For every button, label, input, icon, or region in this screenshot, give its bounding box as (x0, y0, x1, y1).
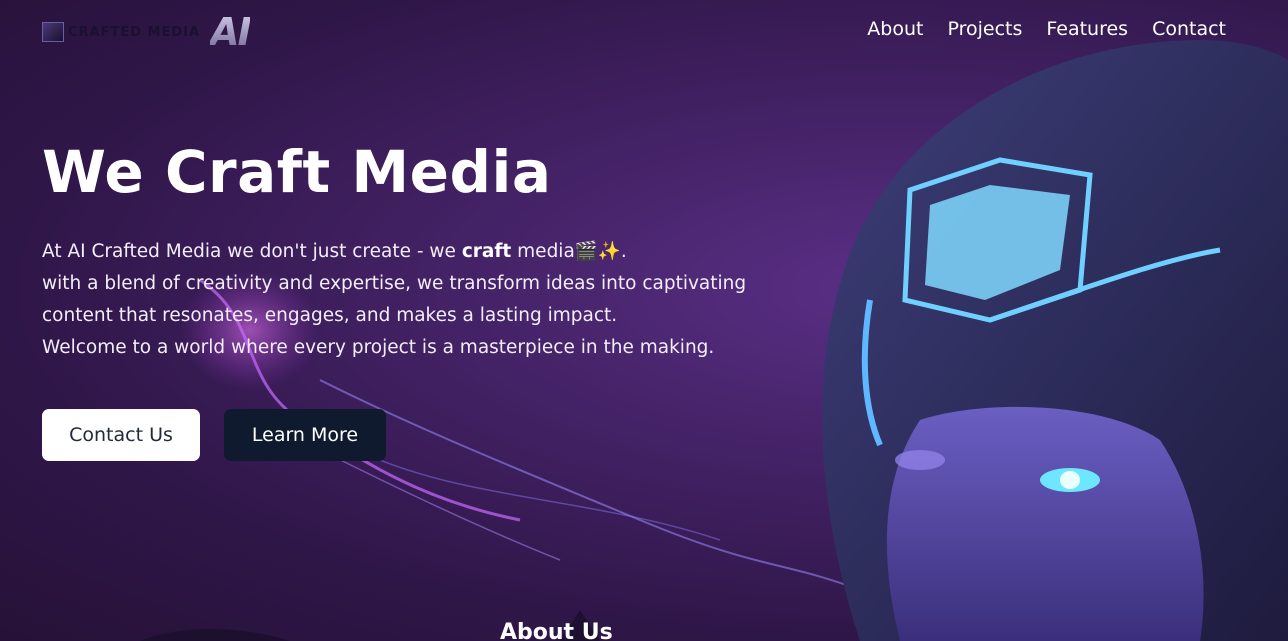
hero-line-1-suffix: media (511, 241, 575, 262)
logo-text: CRAFTED MEDIA (68, 24, 201, 40)
hero-line-1: At AI Crafted Media we don't just create… (42, 236, 812, 268)
hero-line-3: content that resonates, engages, and mak… (42, 305, 618, 326)
about-section-heading: About Us (500, 620, 613, 641)
nav-link-projects[interactable]: Projects (947, 18, 1022, 40)
hero-bold-word: craft (461, 241, 512, 262)
nav-link-features[interactable]: Features (1046, 18, 1128, 40)
logo-wordmark: CRAFTED MEDIA (42, 22, 200, 42)
clapper-sparkles-icon: 🎬✨. (574, 241, 627, 262)
logo-ai-mark: AI (210, 10, 252, 54)
film-icon (42, 22, 64, 42)
hero-title: We Craft Media (42, 138, 552, 206)
hero-description: At AI Crafted Media we don't just create… (42, 236, 812, 364)
hero-line-2: with a blend of creativity and expertise… (42, 273, 747, 294)
nav-link-about[interactable]: About (867, 18, 923, 40)
hero-line-1-text: At AI Crafted Media we don't just create… (42, 241, 462, 262)
site-logo[interactable]: CRAFTED MEDIA AI (42, 10, 252, 54)
hero-line-4: Welcome to a world where every project i… (42, 337, 715, 358)
learn-more-button[interactable]: Learn More (224, 409, 386, 461)
main-navigation: About Projects Features Contact (867, 18, 1226, 40)
nav-link-contact[interactable]: Contact (1152, 18, 1226, 40)
contact-us-button[interactable]: Contact Us (42, 409, 200, 461)
